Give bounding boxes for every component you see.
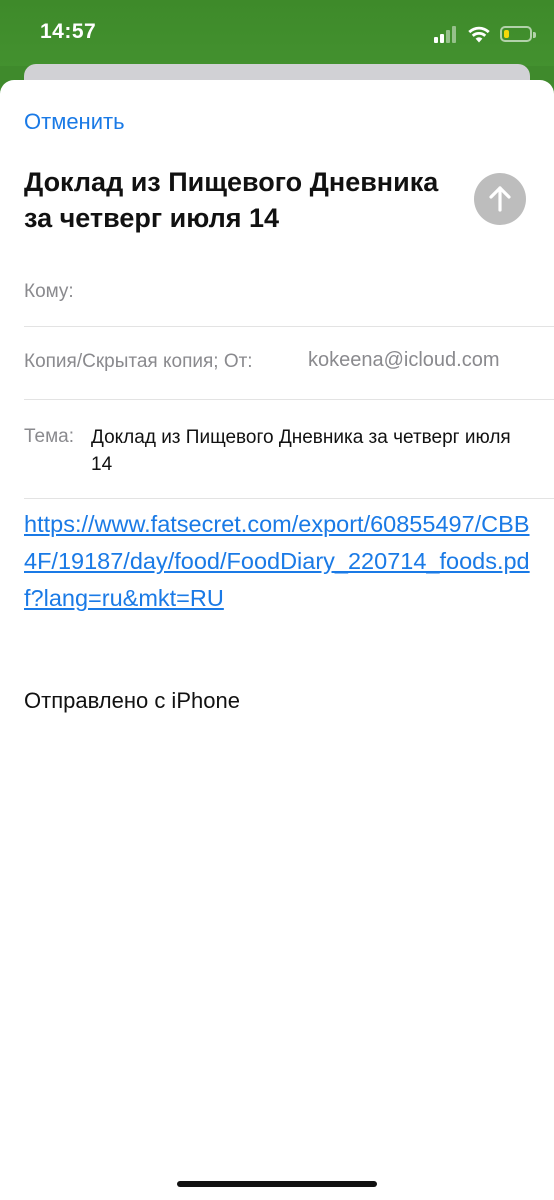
cancel-button[interactable]: Отменить bbox=[24, 109, 125, 135]
body-link[interactable]: https://www.fatsecret.com/export/6085549… bbox=[24, 506, 536, 617]
battery-level bbox=[504, 30, 509, 38]
battery-icon bbox=[500, 26, 536, 42]
signature-text: Отправлено с iPhone bbox=[24, 688, 240, 713]
status-icons bbox=[434, 22, 536, 46]
arrow-up-icon bbox=[489, 186, 511, 212]
subject-field[interactable]: Тема: Доклад из Пищевого Дневника за чет… bbox=[24, 400, 554, 499]
to-field[interactable]: Кому: bbox=[24, 268, 554, 327]
status-time: 14:57 bbox=[40, 20, 97, 43]
wifi-icon bbox=[468, 26, 490, 42]
cc-bcc-from-field[interactable]: Копия/Скрытая копия; От: kokeena@icloud.… bbox=[24, 327, 554, 400]
home-indicator[interactable] bbox=[177, 1181, 377, 1187]
signal-icon bbox=[434, 25, 458, 43]
to-label: Кому: bbox=[24, 281, 74, 302]
compose-sheet: Отменить Доклад из Пищевого Дневника за … bbox=[0, 80, 554, 1200]
subject-value[interactable]: Доклад из Пищевого Дневника за четверг и… bbox=[91, 424, 511, 478]
subject-label: Тема: bbox=[24, 426, 75, 447]
compose-title: Доклад из Пищевого Дневника за четверг и… bbox=[24, 167, 439, 233]
status-bar: 14:57 bbox=[0, 0, 554, 66]
cc-from-label: Копия/Скрытая копия; От: bbox=[24, 351, 253, 372]
from-address[interactable]: kokeena@icloud.com bbox=[308, 349, 500, 372]
send-button[interactable] bbox=[474, 173, 526, 225]
